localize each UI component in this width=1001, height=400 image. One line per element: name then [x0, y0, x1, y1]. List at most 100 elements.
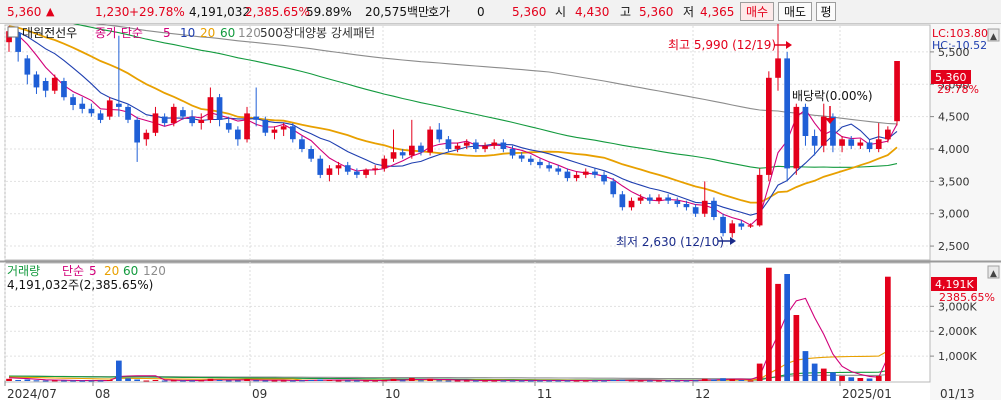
- candle-body: [692, 207, 699, 214]
- volume-chevron-up-icon: ▲: [990, 269, 997, 279]
- ma-period-10: 10: [180, 26, 195, 40]
- candle-body: [399, 152, 406, 156]
- stock-name-label: 대원전선우: [22, 26, 77, 40]
- up-arrow-icon: ▲: [46, 5, 55, 18]
- candle-body: [88, 108, 95, 114]
- candle-body: [491, 142, 498, 146]
- volume-bar: [839, 376, 845, 381]
- time-tick-label: 12: [695, 387, 710, 400]
- volume-bar: [170, 380, 177, 382]
- candle-body: [528, 158, 534, 162]
- volume-bar: [61, 380, 67, 382]
- candle-body: [61, 81, 67, 98]
- volume-bar: [15, 380, 21, 381]
- candle-body: [262, 119, 269, 133]
- volume-bar: [134, 379, 140, 381]
- volume-bar: [97, 380, 104, 382]
- candle-body: [372, 168, 378, 170]
- price-change-percent: +29.78%: [129, 5, 185, 19]
- volume-bar: [866, 378, 873, 381]
- volume-bar: [116, 360, 122, 381]
- volume-bar: [180, 380, 186, 382]
- candle-body: [729, 223, 736, 234]
- candle-body: [335, 165, 342, 169]
- volume-bar: [637, 380, 644, 382]
- quote-value: 0: [477, 5, 485, 19]
- volume-bar: [24, 379, 31, 381]
- volume-bar: [582, 380, 589, 382]
- price-tick-label: 3,000: [938, 208, 970, 221]
- candle-body: [125, 106, 131, 120]
- candle-body: [299, 139, 305, 149]
- current-pct-tag: 29.78%: [937, 83, 979, 96]
- volume-bar: [683, 380, 690, 382]
- volume-bar: [592, 380, 598, 382]
- volume-bar: [418, 380, 424, 382]
- max-price-annotation: 최고 5,990 (12/19): [668, 38, 776, 52]
- volume-bar: [610, 380, 617, 381]
- buy-button[interactable]: 매수: [740, 2, 774, 21]
- time-axis-right-label: 01/13: [940, 387, 975, 400]
- volume-bar: [555, 380, 562, 382]
- time-tick-label: 09: [252, 387, 267, 400]
- candle-body: [811, 136, 818, 146]
- candle-body: [619, 194, 626, 208]
- candle-body: [24, 58, 31, 75]
- volume-bar: [601, 380, 607, 382]
- candle-body: [747, 225, 754, 227]
- volume-bar: [674, 380, 681, 382]
- quote-label: 호가: [428, 5, 451, 19]
- volume-bar: [491, 380, 498, 382]
- candle-body: [198, 119, 205, 123]
- volume-current-label: 4,191,032주(2,385.65%): [7, 278, 153, 292]
- candle-body: [665, 197, 671, 201]
- volume-bar: [445, 380, 452, 382]
- candle-body: [280, 126, 287, 130]
- volume-bar: [793, 315, 800, 381]
- stock-chart[interactable]: 대원전선우 종가 단순 5 10 20 60 120 500장대양봉 강세패턴 …: [0, 24, 1001, 400]
- volume-ma-5: 5: [89, 264, 97, 278]
- volume-bar: [372, 380, 378, 382]
- volume-bar: [756, 363, 763, 381]
- volume-bar: [381, 380, 388, 382]
- price-tick-label: 3,500: [938, 175, 970, 188]
- time-tick-label: 10: [385, 387, 400, 400]
- candle-body: [820, 116, 827, 146]
- pattern-label: 500장대양봉 강세패턴: [260, 26, 375, 40]
- candle-body: [738, 223, 745, 227]
- evaluate-button[interactable]: 평: [816, 2, 836, 21]
- low-label: 저: [683, 5, 695, 19]
- quote-price: 5,360: [512, 5, 547, 19]
- volume-bar: [161, 380, 168, 382]
- candle-body: [674, 200, 681, 204]
- candle-body: [628, 200, 635, 208]
- volume-bar: [885, 276, 891, 381]
- volume-bar: [820, 368, 827, 381]
- sell-button[interactable]: 매도: [778, 2, 812, 21]
- candle-body: [290, 126, 296, 140]
- candle-body: [546, 165, 552, 169]
- volume-ma-20: 20: [104, 264, 119, 278]
- panel-checkbox-icon[interactable]: [7, 26, 19, 38]
- candle-body: [463, 142, 470, 146]
- volume-bar: [152, 380, 159, 381]
- candle-body: [344, 165, 351, 172]
- volume-bar: [33, 380, 40, 382]
- candle-body: [701, 200, 708, 214]
- candle-body: [793, 106, 800, 169]
- candle-body: [683, 204, 690, 208]
- candle-body: [51, 77, 58, 91]
- volume-bar: [729, 379, 736, 381]
- volume-bar: [875, 376, 882, 381]
- candle-body: [537, 161, 543, 166]
- candle-body: [848, 139, 855, 146]
- price-tick-label: 2,500: [938, 240, 970, 253]
- volume-bar: [766, 267, 772, 381]
- volume-bar: [344, 380, 351, 382]
- volume-ma-120: 120: [143, 264, 166, 278]
- volume-bar: [326, 380, 333, 381]
- volume-bar: [125, 378, 131, 381]
- candle-body: [152, 113, 159, 133]
- volume-tick-label: 2,000K: [938, 325, 977, 338]
- candle-body: [802, 106, 809, 136]
